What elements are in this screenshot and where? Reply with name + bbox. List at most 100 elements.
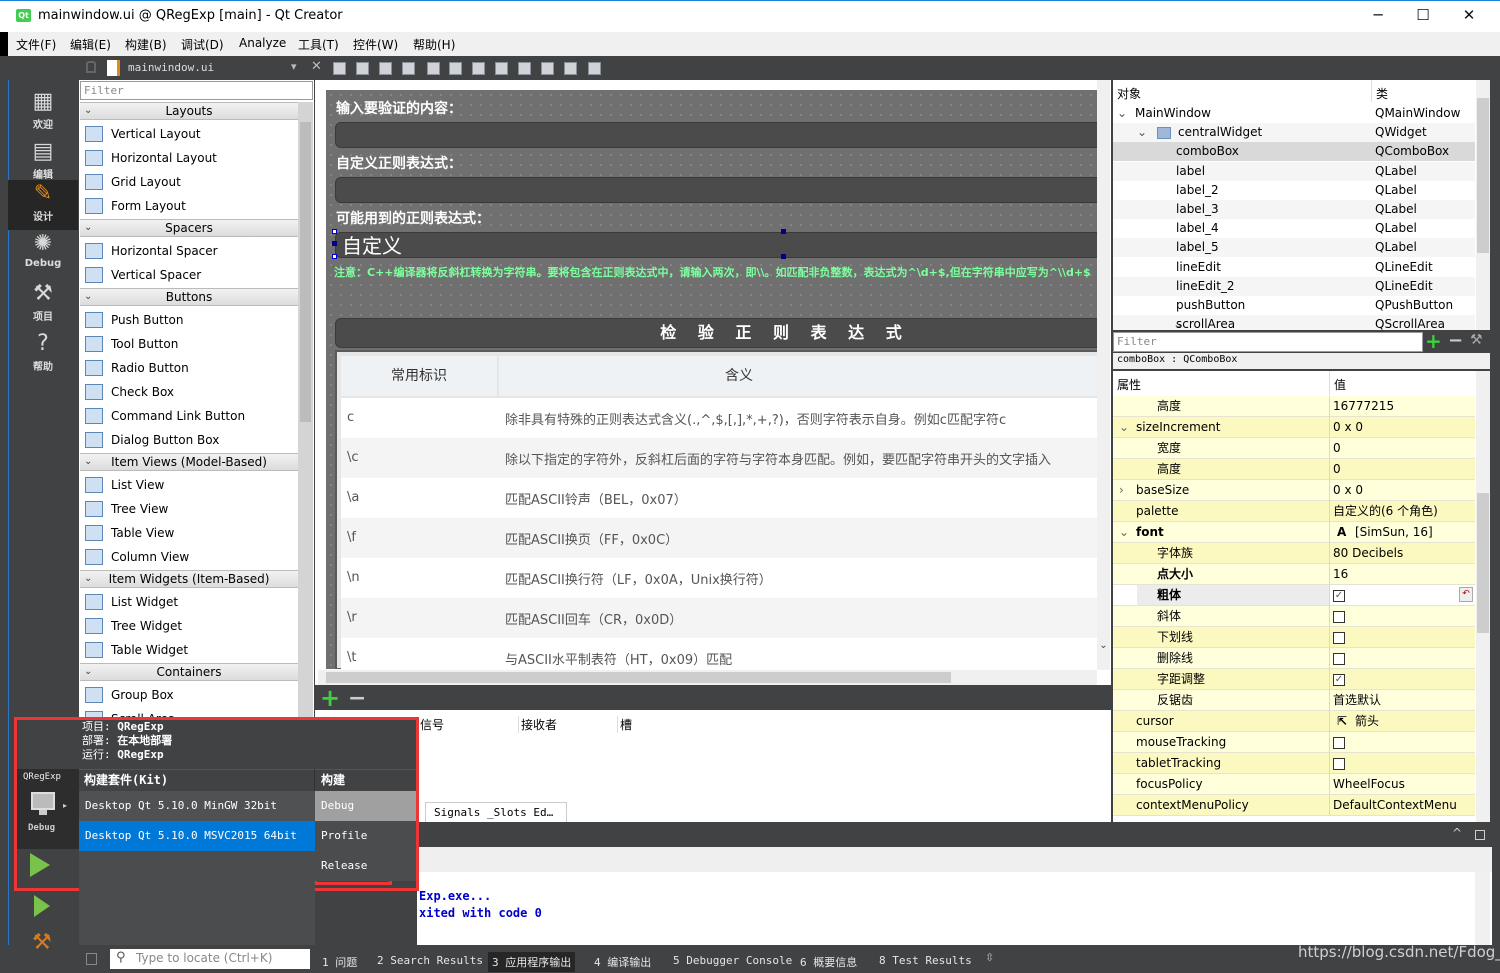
layout-tool-icon[interactable] — [449, 62, 462, 75]
property-row[interactable]: mouseTracking — [1113, 732, 1475, 753]
widget-item[interactable]: Table View — [83, 522, 297, 544]
mode-pencil[interactable]: ✎ 设计 — [8, 180, 78, 230]
checkbox[interactable] — [1333, 757, 1345, 770]
widget-category-containers[interactable]: ⌄ Containers — [80, 663, 298, 681]
mode-wrench[interactable]: ⚒ 项目 — [8, 280, 78, 330]
table-row[interactable]: \c 除以下指定的字符外，反斜杠后面的字符与字符本身匹配。例如，要匹配字符串开头的… — [341, 438, 1097, 478]
selection-handle[interactable] — [332, 229, 337, 234]
widget-item[interactable]: Form Layout — [83, 195, 297, 217]
widget-item[interactable]: List Widget — [83, 591, 297, 613]
output-scrollbar[interactable] — [1475, 872, 1490, 945]
property-row[interactable]: › baseSize 0 x 0 — [1113, 480, 1475, 501]
property-row[interactable]: tabletTracking — [1113, 753, 1475, 774]
selection-handle[interactable] — [332, 241, 337, 246]
more-tabs-icon[interactable]: ⇳ — [985, 951, 994, 964]
widget-item[interactable]: Grid Layout — [83, 171, 297, 193]
widget-item[interactable]: Radio Button — [83, 357, 297, 379]
note-label[interactable]: 注意：C++编译器将反斜杠转换为字符串。要将包含在正则表达式中，请输入两次，即\… — [334, 264, 1091, 280]
checkbox[interactable] — [1333, 610, 1345, 623]
property-row[interactable]: 高度 0 — [1113, 459, 1475, 480]
form-horizontal-scrollbar[interactable] — [318, 670, 1097, 685]
widget-category-layouts[interactable]: ⌄ Layouts — [80, 102, 298, 120]
property-value[interactable]: ✓ — [1333, 669, 1475, 689]
label-possible-regex[interactable]: 可能用到的正则表达式： — [336, 208, 490, 228]
selection-handle[interactable] — [332, 254, 337, 259]
output-tab[interactable]: 1 问题 — [318, 952, 361, 972]
layout-tool-icon[interactable] — [333, 62, 346, 75]
property-value[interactable] — [1333, 732, 1475, 752]
layout-tool-icon[interactable] — [356, 62, 369, 75]
property-value[interactable]: 首选默认 — [1333, 690, 1475, 710]
widget-item[interactable]: Horizontal Layout — [83, 147, 297, 169]
widget-item[interactable]: Horizontal Spacer — [83, 240, 297, 262]
build-option-profile[interactable]: Profile — [315, 821, 416, 851]
property-value[interactable]: DefaultContextMenu — [1333, 795, 1475, 815]
widget-item[interactable]: Table Widget — [83, 639, 297, 661]
property-row[interactable]: 删除线 — [1113, 648, 1475, 669]
property-value[interactable]: 0 x 0 — [1333, 417, 1475, 437]
menu-tools[interactable]: 工具(T) — [298, 36, 339, 53]
object-row[interactable]: ⌄ centralWidget QWidget — [1113, 123, 1475, 143]
layout-tool-icon[interactable] — [518, 62, 531, 75]
property-row[interactable]: 高度 16777215 — [1113, 396, 1475, 417]
reset-property-icon[interactable]: ↶ — [1459, 587, 1473, 602]
property-value[interactable] — [1333, 648, 1475, 668]
object-row[interactable]: lineEdit QLineEdit — [1113, 258, 1475, 277]
line-edit-regex[interactable] — [335, 177, 1097, 203]
column-receiver[interactable]: 接收者 — [518, 716, 557, 733]
menu-build[interactable]: 构建(B) — [125, 36, 167, 53]
object-row[interactable]: label_2 QLabel — [1113, 181, 1475, 200]
property-row[interactable]: 点大小 16 — [1113, 564, 1475, 585]
output-tab[interactable]: 2 Search Results — [373, 952, 487, 969]
table-row[interactable]: \f 匹配ASCII换页（FF，0x0C） — [341, 518, 1097, 558]
widget-item[interactable]: Tool Button — [83, 333, 297, 355]
chevron-down-icon[interactable]: ⌄ — [1137, 123, 1147, 142]
regex-table[interactable]: 常用标识 含义 c 除非具有特殊的正则表达式含义(.,^,$,[,],*,+,?)… — [335, 350, 1097, 669]
table-row[interactable]: \t 与ASCII水平制表符（HT，0x09）匹配 — [341, 638, 1097, 669]
header-class[interactable]: 类 — [1371, 80, 1392, 102]
widget-item[interactable]: Check Box — [83, 381, 297, 403]
selection-handle[interactable] — [781, 254, 786, 259]
checkbox[interactable]: ✓ — [1333, 673, 1345, 686]
header-object[interactable]: 对象 — [1117, 85, 1141, 102]
property-value[interactable]: 自定义的(6 个角色) — [1333, 501, 1475, 521]
close-document-icon[interactable]: ✕ — [311, 59, 322, 74]
object-row[interactable]: lineEdit_2 QLineEdit — [1113, 276, 1475, 296]
widget-item[interactable]: Vertical Spacer — [83, 264, 297, 286]
menu-file[interactable]: 文件(F) — [16, 36, 56, 53]
expand-icon[interactable]: ⌄ — [1119, 417, 1129, 437]
property-value[interactable]: 0 x 0 — [1333, 480, 1475, 500]
checkbox[interactable] — [1333, 631, 1345, 644]
header-property[interactable]: 属性 — [1117, 376, 1141, 393]
add-connection-icon[interactable]: + — [320, 684, 340, 712]
mode-help[interactable]: ? 帮助 — [8, 330, 78, 380]
output-tab[interactable]: 6 概要信息 — [796, 952, 861, 972]
build-hammer-icon[interactable]: ⚒ — [32, 930, 52, 955]
property-value[interactable] — [1333, 627, 1475, 647]
property-value[interactable]: 16 — [1333, 564, 1475, 584]
checkbox[interactable] — [1333, 736, 1345, 749]
build-option-debug[interactable]: Debug — [315, 791, 416, 821]
property-value[interactable]: ⇱ 箭头 — [1333, 711, 1475, 731]
selection-handle[interactable] — [781, 229, 786, 234]
close-output-icon[interactable] — [1475, 830, 1485, 840]
property-row[interactable]: ⌄ sizeIncrement 0 x 0 — [1113, 417, 1475, 438]
toggle-sidebar-icon[interactable] — [86, 953, 97, 965]
property-value[interactable]: 16777215 — [1333, 396, 1475, 416]
output-tab[interactable]: 8 Test Results — [875, 952, 976, 969]
property-value[interactable] — [1333, 606, 1475, 626]
property-row[interactable]: contextMenuPolicy DefaultContextMenu — [1113, 795, 1475, 816]
property-row[interactable]: 字距调整 ✓ — [1113, 669, 1475, 690]
column-slot[interactable]: 槽 — [617, 716, 632, 733]
chevron-down-icon[interactable]: ⌄ — [1117, 104, 1127, 123]
widget-item[interactable]: Vertical Layout — [83, 123, 297, 145]
object-row[interactable]: pushButton QPushButton — [1113, 296, 1475, 315]
layout-tool-icon[interactable] — [379, 62, 392, 75]
property-value[interactable]: ✓ — [1333, 585, 1475, 605]
widget-box-scrollbar[interactable] — [298, 102, 313, 717]
table-header-symbol[interactable]: 常用标识 — [341, 356, 497, 396]
object-row[interactable]: ⌄ MainWindow QMainWindow — [1113, 104, 1475, 123]
combo-box[interactable]: 自定义 — [335, 232, 1097, 258]
widget-item[interactable]: Group Box — [83, 684, 297, 706]
property-row[interactable]: focusPolicy WheelFocus — [1113, 774, 1475, 795]
